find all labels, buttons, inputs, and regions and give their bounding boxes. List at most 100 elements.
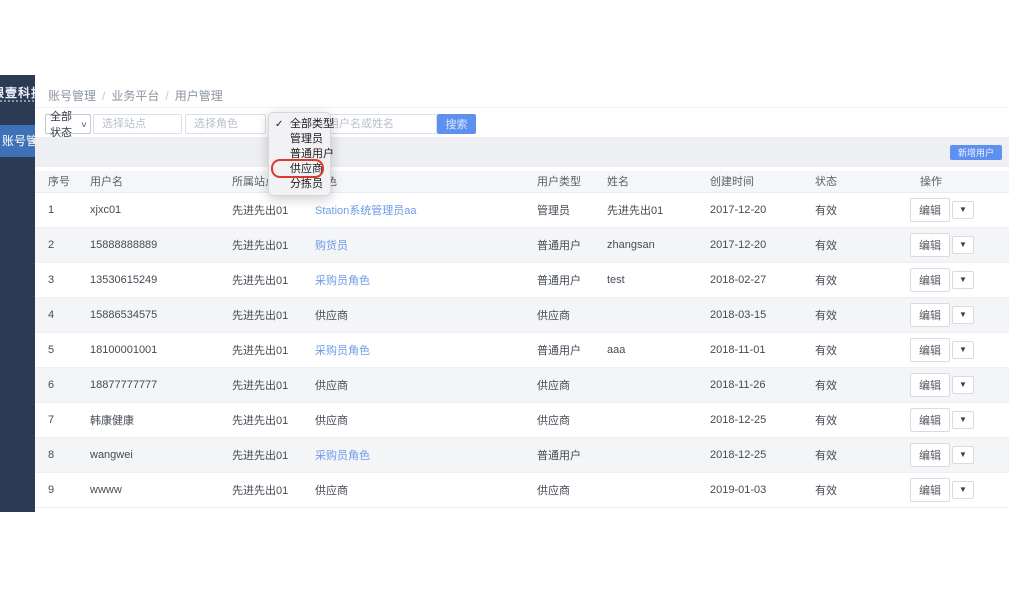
caret-down-icon: ▼	[959, 205, 967, 214]
breadcrumb-item[interactable]: 账号管理	[48, 89, 96, 103]
cell-user-type: 普通用户	[524, 262, 594, 297]
caret-down-icon: ▼	[959, 415, 967, 424]
cell-created-time: 2018-12-25	[697, 402, 802, 437]
site-filter-input[interactable]	[93, 114, 182, 134]
dropdown-option[interactable]: ✓全部类型	[269, 117, 330, 132]
cell-status: 有效	[802, 262, 897, 297]
breadcrumb-separator: /	[165, 89, 168, 103]
edit-button[interactable]: 编辑	[910, 198, 950, 222]
role-link[interactable]: 采购员角色	[315, 345, 370, 357]
table-row: 9wwww先进先出01供应商供应商2019-01-03有效编辑▼	[35, 472, 1009, 507]
cell-status: 有效	[802, 472, 897, 507]
column-header: 用户名	[77, 171, 219, 192]
more-actions-button[interactable]: ▼	[952, 236, 974, 254]
status-filter-select[interactable]: 全部状态 ∨	[45, 114, 91, 134]
dropdown-option[interactable]: 供应商	[269, 162, 330, 177]
cell-role: 购货员	[302, 227, 524, 262]
dropdown-option[interactable]: 分拣员	[269, 177, 330, 192]
more-actions-button[interactable]: ▼	[952, 341, 974, 359]
more-actions-button[interactable]: ▼	[952, 306, 974, 324]
column-header: 姓名	[594, 171, 697, 192]
cell-actions: 编辑▼	[897, 437, 1009, 472]
cell-role: 采购员角色	[302, 332, 524, 367]
table-row: 7韩康健康先进先出01供应商供应商2018-12-25有效编辑▼	[35, 402, 1009, 437]
more-actions-button[interactable]: ▼	[952, 271, 974, 289]
caret-down-icon: ▼	[959, 240, 967, 249]
cell-created-time: 2018-12-25	[697, 437, 802, 472]
logo-tagline	[0, 100, 35, 102]
role-link[interactable]: 采购员角色	[315, 450, 370, 462]
edit-button[interactable]: 编辑	[910, 233, 950, 257]
cell-actions: 编辑 ▼	[897, 192, 1009, 227]
search-button[interactable]: 搜索	[437, 114, 476, 134]
caret-down-icon: ▼	[959, 310, 967, 319]
cell-user-type: 供应商	[524, 297, 594, 332]
cell-role: 供应商	[302, 297, 524, 332]
cell-status: 有效	[802, 192, 897, 227]
cell-index: 5	[35, 332, 77, 367]
edit-button[interactable]: 编辑	[910, 408, 950, 432]
cell-actions: 编辑 ▼	[897, 402, 1009, 437]
cell-user-type: 供应商	[524, 367, 594, 402]
cell-status: 有效	[802, 332, 897, 367]
dropdown-option[interactable]: 普通用户	[269, 147, 330, 162]
cell-name: 先进先出01	[594, 192, 697, 227]
role-link[interactable]: Station系统管理员aa	[315, 205, 416, 217]
cell-site: 先进先出01	[219, 402, 302, 437]
more-actions-button[interactable]: ▼	[952, 411, 974, 429]
sidebar-item-account-management[interactable]: 账号管理	[0, 125, 35, 157]
cell-name: aaa	[594, 332, 697, 367]
cell-username: 18877777777	[77, 367, 219, 402]
caret-down-icon: ▼	[959, 380, 967, 389]
cell-status: 有效	[802, 437, 897, 472]
cell-name	[594, 297, 697, 332]
cell-index: 1	[35, 192, 77, 227]
cell-site: 先进先出01	[219, 192, 302, 227]
edit-button[interactable]: 编辑	[910, 268, 950, 292]
cell-created-time: 2018-02-27	[697, 262, 802, 297]
cell-index: 4	[35, 297, 77, 332]
breadcrumb-separator: /	[102, 89, 105, 103]
column-header: 角色	[302, 171, 524, 192]
cell-status: 有效	[802, 297, 897, 332]
cell-user-type: 供应商	[524, 402, 594, 437]
cell-user-type: 管理员	[524, 192, 594, 227]
cell-site: 先进先出01	[219, 472, 302, 507]
app-window: 银壹科技 账号管理 账号管理/业务平台/用户管理 全部状态 ∨ 搜索 新增用户	[0, 0, 1009, 598]
caret-down-icon: ▼	[959, 485, 967, 494]
more-actions-button[interactable]: ▼	[952, 446, 974, 464]
cell-created-time: 2019-01-03	[697, 472, 802, 507]
more-actions-button[interactable]: ▼	[952, 201, 974, 219]
cell-user-type: 普通用户	[524, 227, 594, 262]
role-link[interactable]: 购货员	[315, 240, 348, 252]
cell-site: 先进先出01	[219, 332, 302, 367]
column-header: 操作	[897, 171, 1009, 192]
more-actions-button[interactable]: ▼	[952, 376, 974, 394]
role-filter-input[interactable]	[185, 114, 266, 134]
edit-button[interactable]: 编辑	[910, 478, 950, 502]
dropdown-option-label: 普通用户	[290, 148, 334, 160]
dropdown-option[interactable]: 管理员	[269, 132, 330, 147]
filter-bar: 全部状态 ∨ 搜索	[35, 114, 1009, 134]
cell-name	[594, 472, 697, 507]
cell-index: 3	[35, 262, 77, 297]
cell-created-time: 2018-11-26	[697, 367, 802, 402]
edit-button[interactable]: 编辑	[910, 303, 950, 327]
add-user-button[interactable]: 新增用户	[950, 145, 1002, 160]
edit-button[interactable]: 编辑	[910, 373, 950, 397]
cell-name	[594, 402, 697, 437]
breadcrumb-item[interactable]: 用户管理	[175, 89, 223, 103]
cell-actions: 编辑 ▼	[897, 472, 1009, 507]
caret-down-icon: ▼	[959, 275, 967, 284]
cell-status: 有效	[802, 402, 897, 437]
cell-username: 韩康健康	[77, 402, 219, 437]
role-link[interactable]: 采购员角色	[315, 275, 370, 287]
table-header-row: 序号用户名所属站点角色用户类型姓名创建时间状态操作	[35, 171, 1009, 192]
cell-user-type: 普通用户	[524, 332, 594, 367]
edit-button[interactable]: 编辑	[910, 338, 950, 362]
more-actions-button[interactable]: ▼	[952, 481, 974, 499]
breadcrumb-item[interactable]: 业务平台	[111, 89, 159, 103]
cell-actions: 编辑 ▼	[897, 227, 1009, 262]
edit-button[interactable]: 编辑	[910, 443, 950, 467]
cell-username: wangwei	[77, 437, 219, 472]
